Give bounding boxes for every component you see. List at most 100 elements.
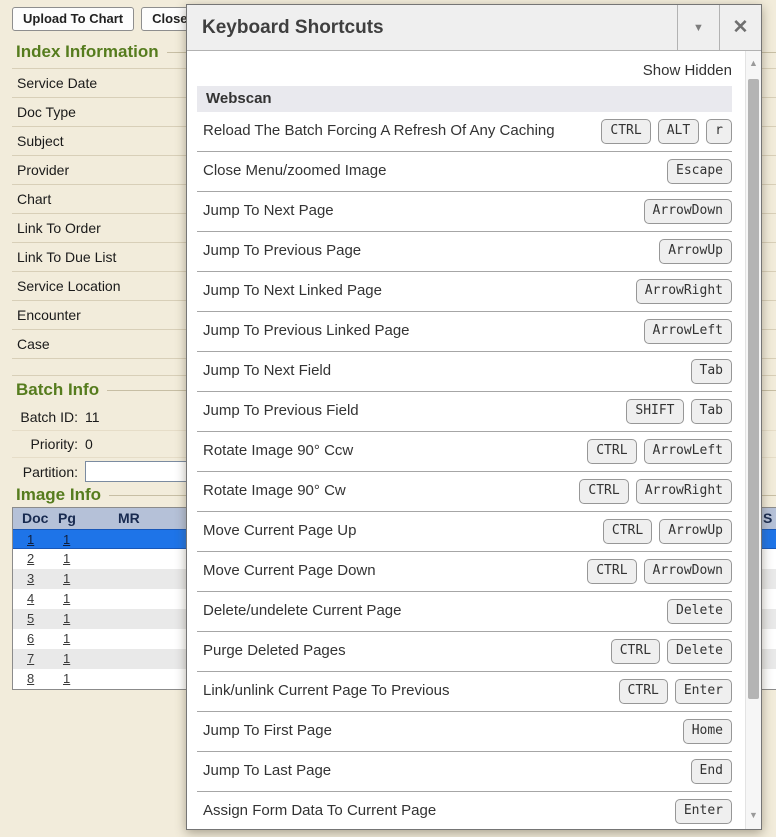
batch-info-title: Batch Info xyxy=(16,380,99,400)
shortcut-keys: ArrowLeft xyxy=(644,319,732,344)
shortcut-list: Reload The Batch Forcing A Refresh Of An… xyxy=(197,112,732,829)
shortcut-action-label: Jump To Previous Field xyxy=(197,402,359,421)
shortcut-row: Jump To Next Field Tab xyxy=(197,352,732,392)
shortcut-row: Jump To Last Page End xyxy=(197,752,732,792)
key-badge: Tab xyxy=(691,359,732,384)
doc-link[interactable]: 8 xyxy=(27,671,34,686)
shortcut-action-label: Move Current Page Up xyxy=(197,522,356,541)
key-badge: CTRL xyxy=(587,559,636,584)
pg-link[interactable]: 1 xyxy=(63,571,70,586)
index-field-label: Case xyxy=(17,336,50,352)
key-badge: CTRL xyxy=(603,519,652,544)
key-badge: CTRL xyxy=(619,679,668,704)
dialog-titlebar: Keyboard Shortcuts ▼ ✕ xyxy=(187,5,761,51)
shortcut-row: Jump To Previous Linked Page ArrowLeft xyxy=(197,312,732,352)
key-badge: Delete xyxy=(667,639,732,664)
shortcut-action-label: Delete/undelete Current Page xyxy=(197,602,401,621)
shortcut-row: Rotate Image 90° Ccw CTRLArrowLeft xyxy=(197,432,732,472)
key-badge: Escape xyxy=(667,159,732,184)
shortcut-keys: Home xyxy=(683,719,732,744)
shortcut-keys: CTRL ArrowRight xyxy=(579,479,732,504)
shortcut-keys: CTRLArrowDown xyxy=(587,559,732,584)
shortcut-keys: Delete xyxy=(667,599,732,624)
shortcut-action-label: Jump To Previous Linked Page xyxy=(197,322,410,341)
shortcut-keys: SHIFT Tab xyxy=(626,399,732,424)
shortcut-keys: End xyxy=(691,759,732,784)
doc-link[interactable]: 4 xyxy=(27,591,34,606)
pg-link[interactable]: 1 xyxy=(63,631,70,646)
shortcut-action-label: Assign Form Data To Current Page xyxy=(197,802,436,821)
shortcut-keys: Tab xyxy=(691,359,732,384)
index-information-title: Index Information xyxy=(16,42,159,62)
upload-to-chart-button[interactable]: Upload To Chart xyxy=(12,7,134,31)
doc-link[interactable]: 1 xyxy=(27,532,34,547)
shortcut-keys: Enter xyxy=(675,799,732,824)
doc-link[interactable]: 3 xyxy=(27,571,34,586)
key-badge: ArrowDown xyxy=(644,199,732,224)
priority-label: Priority: xyxy=(12,436,78,452)
shortcut-action-label: Jump To Next Field xyxy=(197,362,331,381)
shortcut-row: Assign Form Data To Current Page Enter xyxy=(197,792,732,829)
shortcut-row: Delete/undelete Current Page Delete xyxy=(197,592,732,632)
key-badge: CTRL xyxy=(601,119,650,144)
key-badge: Tab xyxy=(691,399,732,424)
shortcut-row: Close Menu/zoomed Image Escape xyxy=(197,152,732,192)
key-badge: ArrowRight xyxy=(636,479,732,504)
shortcut-action-label: Reload The Batch Forcing A Refresh Of An… xyxy=(197,122,555,141)
doc-link[interactable]: 6 xyxy=(27,631,34,646)
key-badge: Delete xyxy=(667,599,732,624)
pg-link[interactable]: 1 xyxy=(63,591,70,606)
close-icon: ✕ xyxy=(733,16,749,39)
shortcut-keys: CTRLDelete xyxy=(611,639,732,664)
priority-value: 0 xyxy=(85,436,93,452)
shortcut-action-label: Jump To Previous Page xyxy=(197,242,361,261)
key-badge: r xyxy=(706,119,732,144)
shortcut-row: Jump To Next Page ArrowDown xyxy=(197,192,732,232)
pg-link[interactable]: 1 xyxy=(63,611,70,626)
pg-link[interactable]: 1 xyxy=(63,651,70,666)
dialog-close-button[interactable]: ✕ xyxy=(719,5,761,50)
batch-id-value: 11 xyxy=(85,409,100,425)
key-badge: Enter xyxy=(675,799,732,824)
shortcut-row: Link/unlink Current Page To Previous CTR… xyxy=(197,672,732,712)
scroll-down-icon[interactable]: ▼ xyxy=(746,810,761,820)
key-badge: ArrowLeft xyxy=(644,439,732,464)
index-field-label: Service Location xyxy=(17,278,121,294)
shortcut-row: Move Current Page Down CTRLArrowDown xyxy=(197,552,732,592)
key-badge: ALT xyxy=(658,119,699,144)
index-field-label: Subject xyxy=(17,133,64,149)
shortcut-action-label: Jump To Last Page xyxy=(197,762,331,781)
pg-link[interactable]: 1 xyxy=(63,551,70,566)
key-badge: Enter xyxy=(675,679,732,704)
key-badge: End xyxy=(691,759,732,784)
shortcut-row: Purge Deleted Pages CTRLDelete xyxy=(197,632,732,672)
show-hidden-link[interactable]: Show Hidden xyxy=(187,62,732,79)
doc-link[interactable]: 7 xyxy=(27,651,34,666)
scrollbar-thumb[interactable] xyxy=(748,79,759,699)
shortcut-action-label: Purge Deleted Pages xyxy=(197,642,346,661)
doc-link[interactable]: 2 xyxy=(27,551,34,566)
shortcut-action-label: Jump To Next Linked Page xyxy=(197,282,382,301)
shortcut-row: Jump To First Page Home xyxy=(197,712,732,752)
dialog-scrollbar[interactable]: ▲ ▼ xyxy=(745,51,761,829)
key-badge: ArrowRight xyxy=(636,279,732,304)
shortcut-keys: ArrowDown xyxy=(644,199,732,224)
index-field-label: Encounter xyxy=(17,307,81,323)
shortcut-action-label: Close Menu/zoomed Image xyxy=(197,162,386,181)
dialog-body: Show Hidden Webscan Reload The Batch For… xyxy=(187,51,745,829)
shortcut-action-label: Move Current Page Down xyxy=(197,562,376,581)
image-info-title: Image Info xyxy=(16,485,101,505)
shortcut-keys: ArrowUp xyxy=(659,239,732,264)
column-header-pg: Pg xyxy=(58,510,76,526)
dialog-minimize-button[interactable]: ▼ xyxy=(677,5,719,50)
scroll-up-icon[interactable]: ▲ xyxy=(746,58,761,68)
pg-link[interactable]: 1 xyxy=(63,532,70,547)
pg-link[interactable]: 1 xyxy=(63,671,70,686)
key-badge: SHIFT xyxy=(626,399,683,424)
doc-link[interactable]: 5 xyxy=(27,611,34,626)
shortcut-action-label: Rotate Image 90° Cw xyxy=(197,482,346,501)
shortcut-keys: CTRL ALT r xyxy=(601,119,732,144)
key-badge: CTRL xyxy=(579,479,628,504)
shortcut-action-label: Link/unlink Current Page To Previous xyxy=(197,682,450,701)
shortcut-action-label: Rotate Image 90° Ccw xyxy=(197,442,353,461)
